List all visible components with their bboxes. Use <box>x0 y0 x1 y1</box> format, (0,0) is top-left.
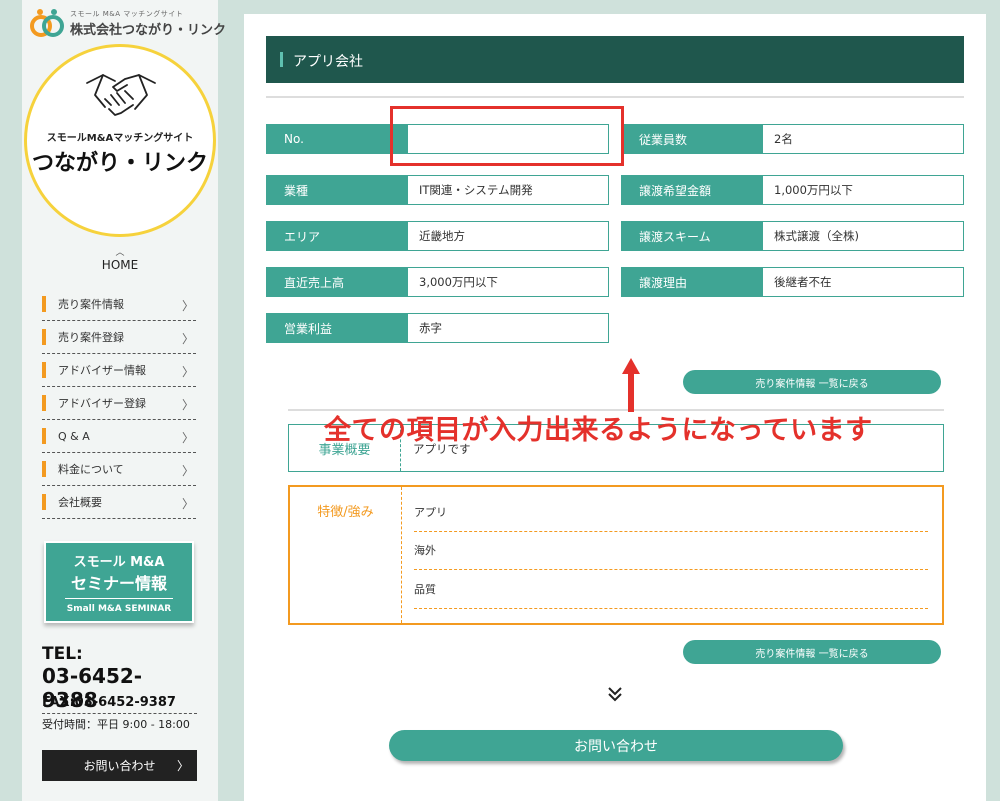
chevron-right-icon: 〉 <box>181 365 194 379</box>
caret-up-icon: ︿ <box>115 248 125 258</box>
field-value-input[interactable]: IT関連・システム開発 <box>408 175 609 205</box>
nav-marker <box>42 395 46 411</box>
title-accent <box>280 52 283 67</box>
field-area: エリア 近畿地方 <box>266 221 609 251</box>
field-label: 譲渡理由 <box>621 267 763 297</box>
field-value-input[interactable]: 赤字 <box>408 313 609 343</box>
feature-item[interactable]: 海外 <box>414 532 928 570</box>
sidebar-item-label: アドバイザー登録 <box>58 397 146 410</box>
nav-marker <box>42 461 46 477</box>
sidebar-contact-label: お問い合わせ <box>83 759 156 773</box>
field-industry: 業種 IT関連・システム開発 <box>266 175 609 205</box>
sidebar-item-label: アドバイザー情報 <box>58 364 146 377</box>
sidebar-item-advisor-info[interactable]: アドバイザー情報 〉 <box>42 354 196 387</box>
field-value-input[interactable]: 3,000万円以下 <box>408 267 609 297</box>
field-operating-profit: 営業利益 赤字 <box>266 313 609 343</box>
field-value-input[interactable]: 2名 <box>763 124 964 154</box>
brand-circle-logo[interactable]: スモールM&Aマッチングサイト つながり・リンク <box>24 44 216 237</box>
tel-label: TEL: <box>42 644 83 664</box>
sidebar: スモール M&A マッチングサイト 株式会社つながり・リンク スモールM&Aマッ… <box>22 0 226 801</box>
site-logo[interactable]: スモール M&A マッチングサイト 株式会社つながり・リンク <box>30 6 226 40</box>
seminar-divider <box>65 598 173 599</box>
feature-item[interactable]: アプリ <box>414 493 928 532</box>
nav-marker <box>42 362 46 378</box>
seminar-line3: Small M&A SEMINAR <box>66 604 172 614</box>
sidebar-contact-button[interactable]: お問い合わせ 〉 <box>42 750 197 781</box>
chevron-right-icon: 〉 <box>176 759 189 773</box>
field-transfer-scheme: 譲渡スキーム 株式譲渡（全株) <box>621 221 964 251</box>
field-value-input[interactable]: 後継者不在 <box>763 267 964 297</box>
field-employees: 従業員数 2名 <box>621 124 964 154</box>
sidebar-nav: 売り案件情報 〉 売り案件登録 〉 アドバイザー情報 〉 アドバイザー登録 〉 … <box>42 288 196 519</box>
nav-marker <box>42 296 46 312</box>
fax-number: FAX:03-6452-9387 <box>42 695 176 710</box>
features-list: アプリ 海外 品質 <box>414 493 928 609</box>
nav-marker <box>42 329 46 345</box>
field-value-input[interactable]: 株式譲渡（全株) <box>763 221 964 251</box>
field-label: エリア <box>266 221 408 251</box>
chevron-right-icon: 〉 <box>181 431 194 445</box>
chevron-right-icon: 〉 <box>181 299 194 313</box>
home-link[interactable]: ︿ HOME <box>22 248 218 272</box>
features-label: 特徴/強み <box>290 487 402 623</box>
chevron-right-icon: 〉 <box>181 332 194 346</box>
logo-mark-icon <box>30 9 64 37</box>
field-label: No. <box>266 124 408 154</box>
sidebar-item-label: 会社概要 <box>58 496 102 509</box>
field-value-input[interactable]: 1,000万円以下 <box>763 175 964 205</box>
field-label: 業種 <box>266 175 408 205</box>
seminar-line2: セミナー情報 <box>70 574 167 593</box>
features-box: 特徴/強み アプリ 海外 品質 <box>288 485 944 625</box>
home-label: HOME <box>101 258 139 272</box>
circle-brand-name: つながり・リンク <box>31 151 208 176</box>
field-recent-sales: 直近売上高 3,000万円以下 <box>266 267 609 297</box>
field-label: 営業利益 <box>266 313 408 343</box>
contact-button[interactable]: お問い合わせ <box>389 730 843 761</box>
field-label: 従業員数 <box>621 124 763 154</box>
sidebar-item-label: Q & A <box>58 429 90 443</box>
circle-tagline: スモールM&Aマッチングサイト <box>46 133 194 144</box>
sidebar-item-label: 売り案件登録 <box>58 331 124 344</box>
chevron-right-icon: 〉 <box>181 497 194 511</box>
annotation-arrow-icon <box>622 358 640 412</box>
page-title-bar: アプリ会社 <box>266 36 964 83</box>
annotation-highlight-box <box>390 106 624 166</box>
chevron-right-icon: 〉 <box>181 464 194 478</box>
seminar-banner[interactable]: スモール M&A セミナー情報 Small M&A SEMINAR <box>44 541 194 623</box>
back-to-list-button-bottom[interactable]: 売り案件情報 一覧に戻る <box>683 640 941 664</box>
handshake-icon <box>86 74 156 116</box>
back-to-list-button[interactable]: 売り案件情報 一覧に戻る <box>683 370 941 394</box>
nav-marker <box>42 428 46 444</box>
field-label: 譲渡希望金額 <box>621 175 763 205</box>
seminar-line1: スモール M&A <box>73 555 165 570</box>
field-label: 直近売上高 <box>266 267 408 297</box>
double-chevron-down-icon[interactable] <box>606 684 624 704</box>
page-title: アプリ会社 <box>293 54 363 70</box>
logo-tagline: スモール M&A マッチングサイト <box>70 10 184 18</box>
sidebar-item-pricing[interactable]: 料金について 〉 <box>42 453 196 486</box>
sidebar-item-sale-listings[interactable]: 売り案件情報 〉 <box>42 288 196 321</box>
sidebar-item-qa[interactable]: Q & A 〉 <box>42 420 196 453</box>
sidebar-item-label: 売り案件情報 <box>58 298 124 311</box>
annotation-text: 全ての項目が入力出来るようになっています <box>324 415 873 446</box>
field-value-input[interactable]: 近畿地方 <box>408 221 609 251</box>
logo-company-name: 株式会社つながり・リンク <box>70 23 227 38</box>
business-hours: 受付時間：平日 9:00 - 18:00 <box>42 718 190 731</box>
field-transfer-reason: 譲渡理由 後継者不在 <box>621 267 964 297</box>
nav-marker <box>42 494 46 510</box>
sidebar-item-label: 料金について <box>58 463 124 476</box>
chevron-right-icon: 〉 <box>181 398 194 412</box>
field-label: 譲渡スキーム <box>621 221 763 251</box>
feature-item[interactable]: 品質 <box>414 570 928 609</box>
sidebar-item-advisor-register[interactable]: アドバイザー登録 〉 <box>42 387 196 420</box>
field-desired-price: 譲渡希望金額 1,000万円以下 <box>621 175 964 205</box>
sidebar-item-sale-register[interactable]: 売り案件登録 〉 <box>42 321 196 354</box>
divider <box>266 96 964 98</box>
sidebar-item-company[interactable]: 会社概要 〉 <box>42 486 196 519</box>
